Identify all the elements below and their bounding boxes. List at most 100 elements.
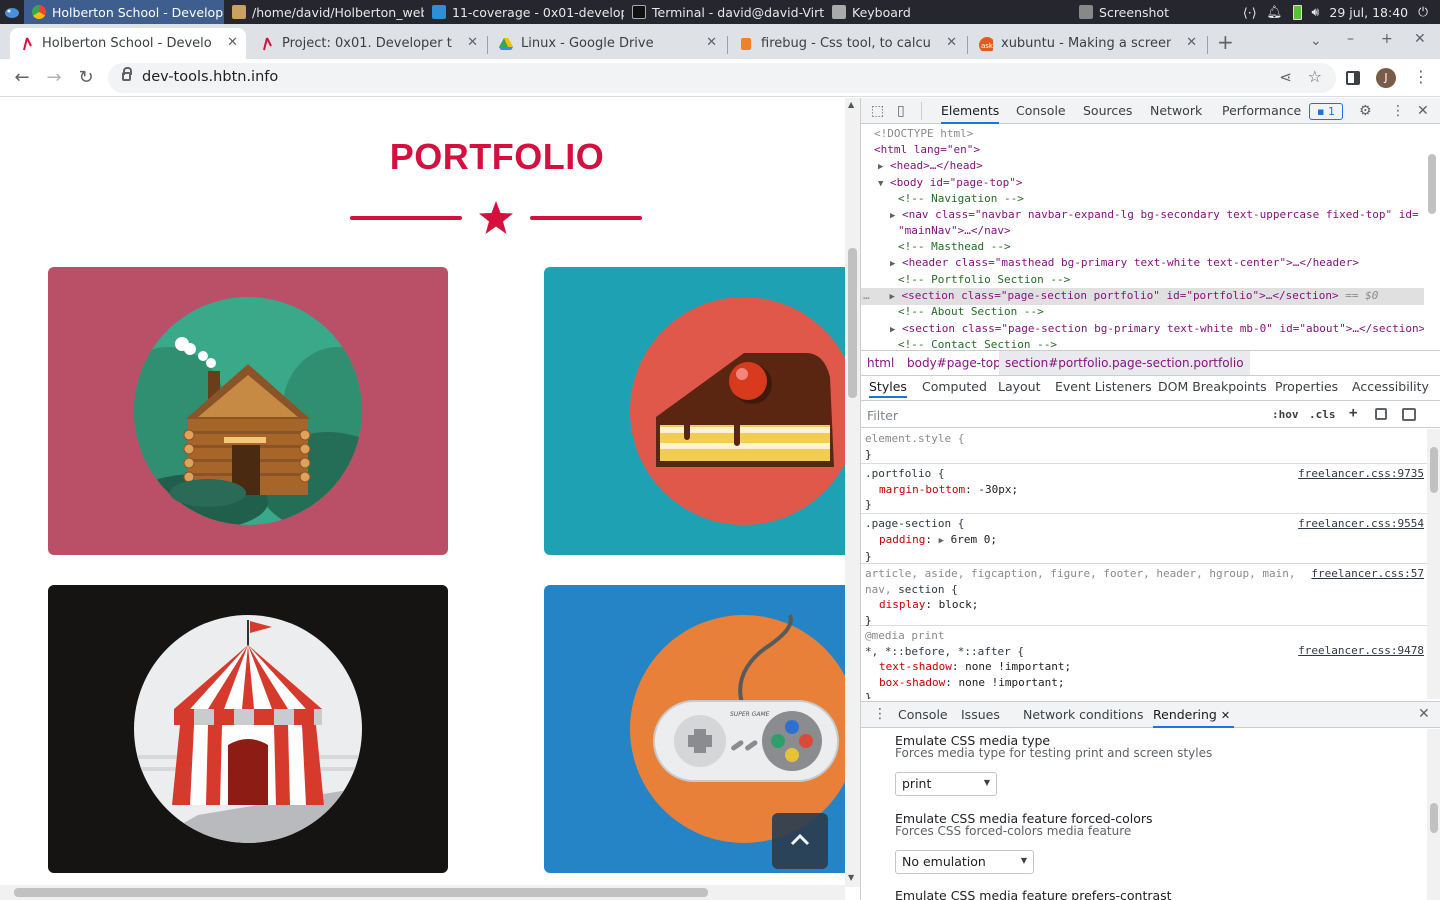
close-tab-icon[interactable]: ✕ [227, 35, 238, 50]
rendering-scroll-thumb[interactable] [1430, 803, 1438, 833]
rule-portfolio[interactable]: .portfolio { freelancer.css:9735 margin-… [861, 464, 1427, 514]
dom-tree-scroll-thumb[interactable] [1428, 154, 1436, 214]
new-rule-button[interactable]: + [1349, 405, 1357, 421]
paint-brush-icon[interactable] [1375, 408, 1387, 420]
styles-filter-input[interactable]: Filter [867, 408, 898, 423]
tab-project-dev-tools[interactable]: Project: 0x01. Developer tools ✕ [250, 28, 486, 59]
taskbar-item-terminal[interactable]: Terminal - david@david-Virt... [624, 0, 824, 24]
share-icon[interactable]: ⋖ [1279, 68, 1292, 86]
battery-icon[interactable] [1292, 4, 1302, 20]
tab-accessibility[interactable]: Accessibility [1352, 379, 1429, 394]
rule-media-print[interactable]: @media print *, *::before, *::after { fr… [861, 626, 1427, 699]
forced-colors-select[interactable]: No emulation ▼ [895, 850, 1034, 874]
chrome-menu-icon[interactable]: ⋮ [1413, 67, 1429, 86]
dom-comment-masthead[interactable]: <!-- Masthead --> [861, 239, 1424, 255]
inspect-element-icon[interactable]: ⬚ [871, 103, 884, 119]
xfce-menu-icon[interactable] [0, 0, 24, 24]
tab-dom-breakpoints[interactable]: DOM Breakpoints [1158, 379, 1267, 394]
issues-badge[interactable]: ▪ 1 [1309, 103, 1343, 120]
clock[interactable]: 29 jul, 18:40 [1329, 5, 1408, 20]
close-tab-icon[interactable]: ✕ [1186, 35, 1197, 50]
taskbar-item-keyboard[interactable]: Keyboard [824, 0, 1024, 24]
profile-avatar[interactable]: J [1376, 68, 1396, 88]
tab-properties[interactable]: Properties [1275, 379, 1338, 394]
breadcrumb-body[interactable]: body#page-top [907, 351, 1001, 375]
tab-network[interactable]: Network [1150, 98, 1202, 124]
dom-node-body[interactable]: ▼ <body id="page-top"> [861, 175, 1424, 192]
taskbar-item-screenshot[interactable]: Screenshot [1024, 0, 1224, 24]
collapse-triangle-icon[interactable]: ▼ [878, 179, 883, 189]
dom-node-html[interactable]: <html lang="en"> [861, 142, 1424, 158]
drawer-tab-issues[interactable]: Issues [961, 707, 1000, 722]
tab-holberton-dev-tools[interactable]: Holberton School - Developer to ✕ [10, 28, 246, 59]
device-toolbar-icon[interactable]: ▯ [897, 103, 905, 119]
reload-icon[interactable]: ↻ [75, 67, 97, 89]
dom-node-section-about[interactable]: ▶ <section class="page-section bg-primar… [861, 321, 1424, 338]
dom-comment-portfolio[interactable]: <!-- Portfolio Section --> [861, 272, 1424, 288]
expand-triangle-icon[interactable]: ▶ [878, 162, 883, 172]
network-icon[interactable]: ⟨·⟩ [1243, 5, 1257, 20]
close-drawer-icon[interactable]: ✕ [1418, 706, 1430, 722]
volume-icon[interactable]: 🔊︎ [1312, 4, 1320, 20]
dom-node-header[interactable]: ▶ <header class="masthead bg-primary tex… [861, 255, 1424, 272]
rule-source-link[interactable]: freelancer.css:9478 [1298, 643, 1424, 659]
page-vertical-scroll-thumb[interactable] [848, 248, 857, 398]
taskbar-item-files[interactable]: /home/david/Holberton_web... [224, 0, 424, 24]
expand-triangle-icon[interactable]: ▶ [890, 292, 895, 302]
dom-node-doctype[interactable]: <!DOCTYPE html> [861, 126, 1424, 142]
dom-node-nav-cont[interactable]: "mainNav">…</nav> [861, 223, 1424, 239]
expand-triangle-icon[interactable]: ▶ [890, 259, 895, 269]
rule-ua-display-block[interactable]: article, aside, figcaption, figure, foot… [861, 564, 1427, 627]
tab-firebug-css-tool[interactable]: firebug - Css tool, to calculate h ✕ [729, 28, 965, 59]
scroll-to-top-button[interactable] [772, 813, 828, 869]
drawer-menu-icon[interactable]: ⋮ [873, 706, 887, 722]
styles-scroll-thumb[interactable] [1430, 447, 1438, 493]
rule-element-style[interactable]: element.style { } [861, 429, 1427, 464]
page-vertical-scrollbar[interactable]: ▲ ▼ [845, 98, 860, 887]
minimize-window-button[interactable]: – [1347, 31, 1354, 47]
taskbar-item-vscode[interactable]: 11-coverage - 0x01-develop... [424, 0, 624, 24]
settings-gear-icon[interactable]: ⚙ [1359, 103, 1372, 119]
tab-xubuntu-screenshot[interactable]: ask xubuntu - Making a screenshot ✕ [969, 28, 1205, 59]
rule-page-section[interactable]: .page-section { freelancer.css:9554 padd… [861, 514, 1427, 564]
close-tab-icon[interactable]: ✕ [706, 35, 717, 50]
expand-triangle-icon[interactable]: ▶ [890, 211, 895, 221]
media-type-select[interactable]: print ▼ [895, 772, 997, 796]
portfolio-item-cake[interactable] [544, 267, 845, 555]
dom-node-nav[interactable]: ▶ <nav class="navbar navbar-expand-lg bg… [861, 207, 1424, 224]
bookmark-star-icon[interactable]: ☆ [1308, 67, 1322, 86]
breadcrumb-section[interactable]: section#portfolio.page-section.portfolio [999, 351, 1250, 375]
close-drawer-tab-icon[interactable]: ✕ [1221, 709, 1230, 722]
tab-computed[interactable]: Computed [922, 379, 987, 394]
tab-event-listeners[interactable]: Event Listeners [1055, 379, 1152, 394]
tab-console[interactable]: Console [1016, 98, 1066, 124]
dom-comment-about[interactable]: <!-- About Section --> [861, 304, 1424, 320]
drawer-tab-console[interactable]: Console [898, 707, 948, 722]
page-horizontal-scroll-thumb[interactable] [14, 888, 708, 897]
styles-scrollbar[interactable] [1427, 429, 1440, 699]
dom-node-head[interactable]: ▶ <head>…</head> [861, 158, 1424, 175]
url-text[interactable]: dev-tools.hbtn.info [142, 69, 278, 85]
close-devtools-icon[interactable]: ✕ [1417, 103, 1429, 119]
dom-node-section-portfolio-selected[interactable]: … ▶ <section class="page-section portfol… [861, 288, 1424, 306]
side-panel-icon[interactable] [1346, 71, 1360, 85]
expand-triangle-icon[interactable]: ▶ [890, 325, 895, 335]
tab-search-chevron-down-icon[interactable]: ⌄ [1310, 33, 1322, 49]
class-toggle[interactable]: .cls [1309, 408, 1336, 421]
rendering-scrollbar[interactable] [1427, 729, 1440, 900]
portfolio-item-cabin[interactable] [48, 267, 448, 555]
power-icon[interactable]: ⏻ [1418, 4, 1428, 20]
forward-arrow-icon[interactable]: → [43, 67, 65, 89]
close-tab-icon[interactable]: ✕ [467, 35, 478, 50]
taskbar-item-chrome[interactable]: Holberton School - Develop... [24, 0, 224, 24]
page-horizontal-scrollbar[interactable] [0, 885, 845, 900]
breadcrumb-html[interactable]: html [867, 351, 894, 375]
close-window-button[interactable]: ✕ [1414, 31, 1426, 47]
tab-layout[interactable]: Layout [998, 379, 1041, 394]
toggle-sidebar-icon[interactable] [1402, 408, 1416, 421]
back-arrow-icon[interactable]: ← [11, 67, 33, 89]
rule-source-link[interactable]: freelancer.css:9554 [1298, 516, 1424, 532]
close-tab-icon[interactable]: ✕ [946, 35, 957, 50]
address-bar[interactable]: dev-tools.hbtn.info ⋖ ☆ [108, 63, 1336, 93]
rule-source-link[interactable]: freelancer.css:57 [1311, 566, 1424, 582]
